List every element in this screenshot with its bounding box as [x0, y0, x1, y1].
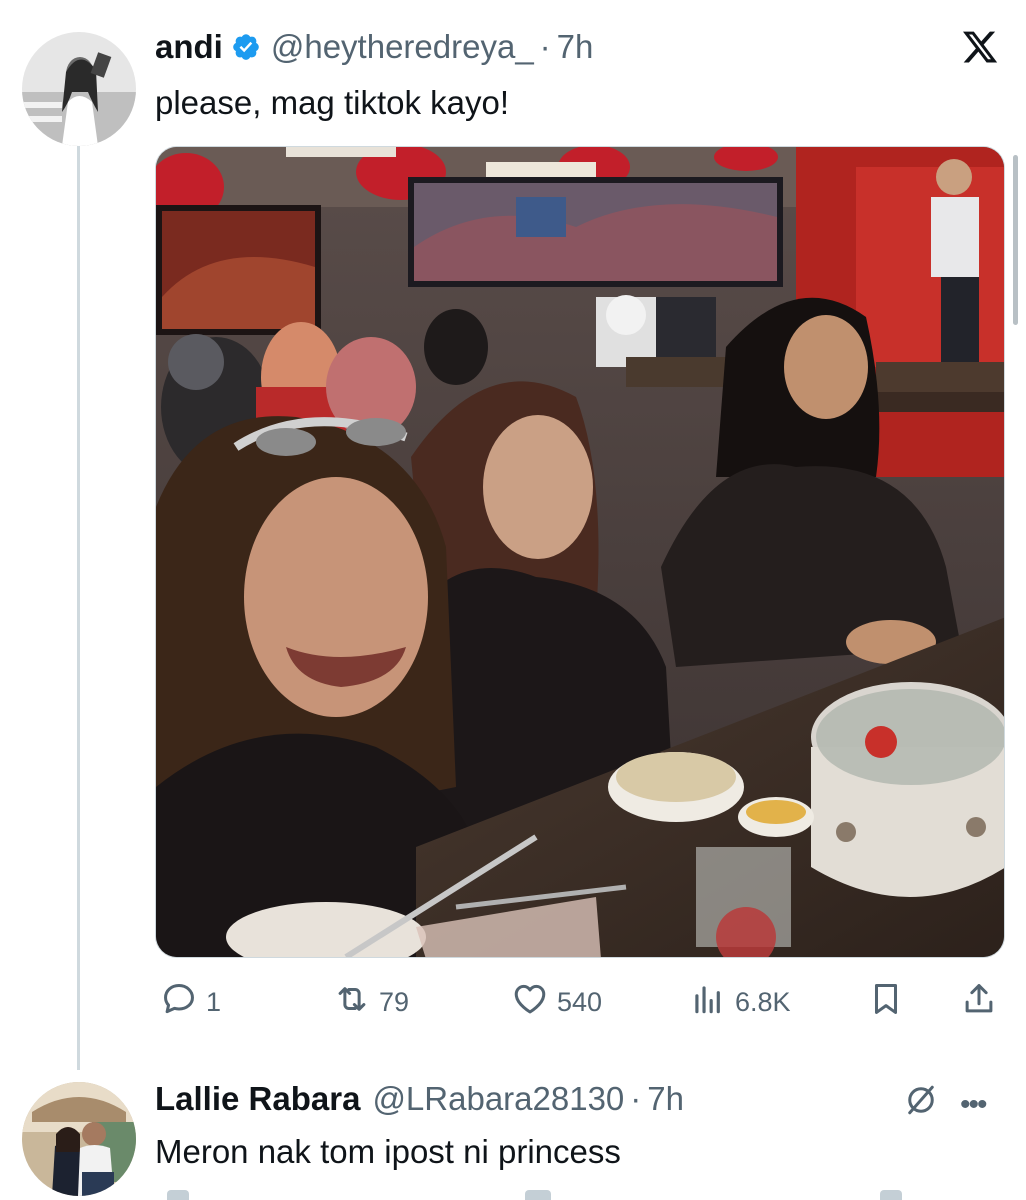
post-text: please, mag tiktok kayo!: [155, 84, 510, 121]
reply-actions-peek: [155, 1190, 1015, 1200]
reply-button[interactable]: 1: [160, 980, 221, 1025]
post-time[interactable]: 7h: [557, 28, 594, 66]
views-button[interactable]: 6.8K: [689, 980, 791, 1025]
reply-header: Lallie Rabara @LRabara28130 · 7h: [155, 1080, 684, 1118]
repost-count: 79: [379, 987, 410, 1017]
scrollbar[interactable]: [1013, 155, 1018, 325]
bookmark-icon: [867, 980, 905, 1025]
reply-time[interactable]: 7h: [647, 1080, 684, 1118]
author-name[interactable]: andi: [155, 28, 223, 66]
verified-badge-icon: [231, 32, 261, 62]
like-button[interactable]: 540: [511, 980, 602, 1025]
thread-connector-line: [77, 146, 80, 1070]
repost-button[interactable]: 79: [333, 980, 409, 1025]
views-chart-icon: [689, 980, 727, 1025]
separator-dot: ·: [539, 28, 551, 65]
post-photo[interactable]: [155, 146, 1005, 958]
heart-icon: [511, 980, 549, 1025]
view-count: 6.8K: [735, 987, 791, 1017]
share-button[interactable]: [960, 980, 998, 1025]
reply-author-name[interactable]: Lallie Rabara: [155, 1080, 360, 1118]
like-count: 540: [557, 987, 603, 1017]
reply-count: 1: [206, 987, 222, 1017]
engagement-bar: 1 79 540 6.8K: [155, 980, 1005, 1024]
more-options-button[interactable]: •••: [960, 1088, 987, 1122]
repost-icon: [333, 980, 371, 1025]
reply-icon: [160, 980, 198, 1025]
reply-author-handle[interactable]: @LRabara28130: [372, 1080, 624, 1118]
author-handle[interactable]: @heytheredreya_: [271, 28, 534, 66]
reply-author-avatar[interactable]: [22, 1082, 136, 1196]
author-avatar[interactable]: [22, 32, 136, 146]
mute-icon[interactable]: [903, 1082, 939, 1118]
separator-dot: ·: [630, 1080, 642, 1117]
share-icon: [960, 980, 998, 1025]
reply-text: Meron nak tom ipost ni princess: [155, 1133, 621, 1170]
x-logo-icon[interactable]: [960, 28, 1000, 66]
post-header: andi @heytheredreya_ · 7h: [155, 28, 593, 66]
bookmark-button[interactable]: [867, 980, 905, 1025]
